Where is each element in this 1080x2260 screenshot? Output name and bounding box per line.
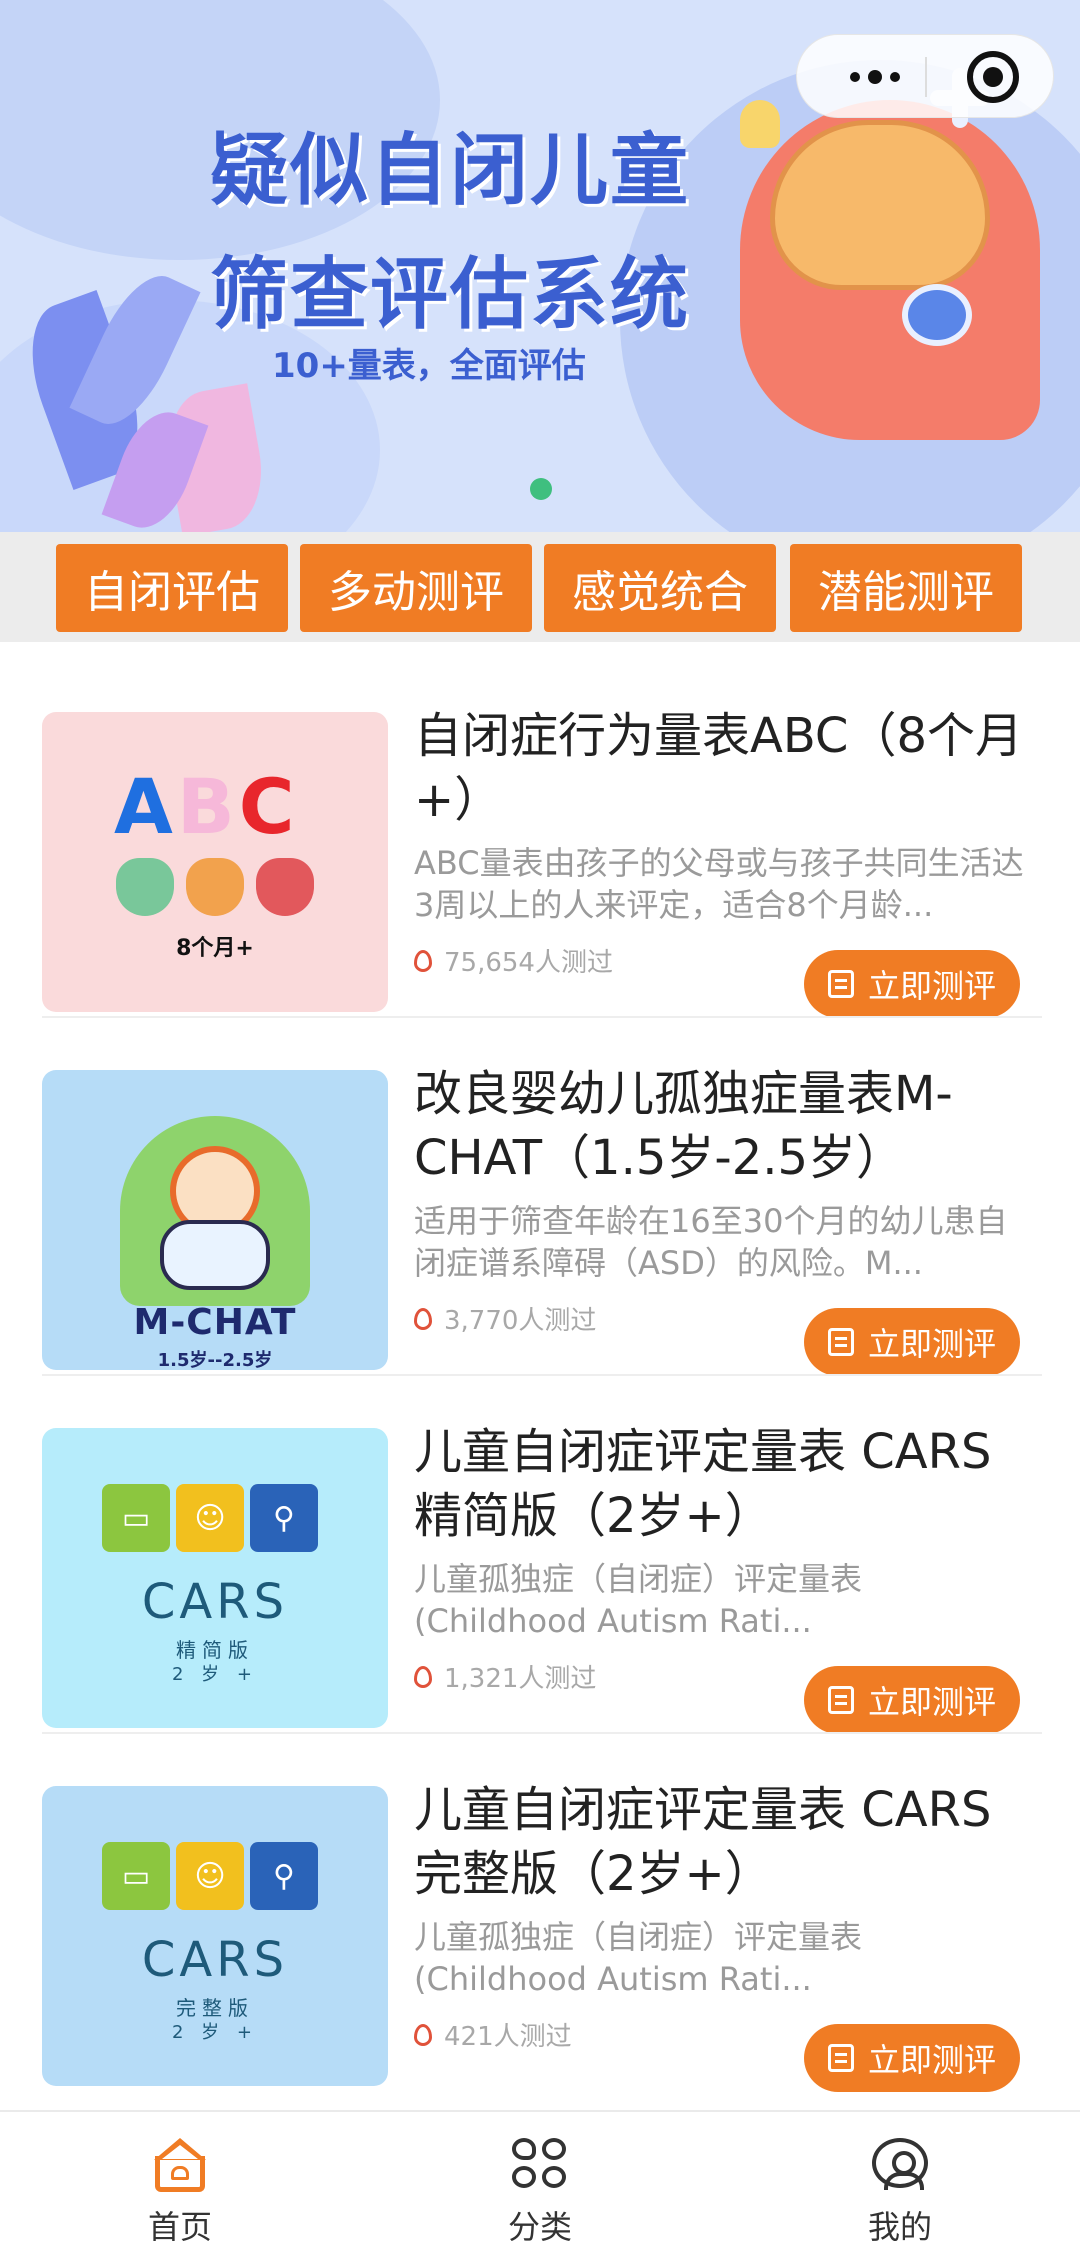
test-count: 3,770人测过: [414, 1300, 596, 1337]
app-page: 疑似自闭儿童 筛查评估系统 10+量表，全面评估 自闭评估 多动测评 感觉统合 …: [0, 0, 1080, 2260]
banner-title-line1: 疑似自闭儿童: [210, 126, 691, 216]
start-test-label: 立即测评: [867, 2041, 996, 2079]
thumb-age-label: 8个月+: [176, 936, 254, 961]
list-item[interactable]: ABC 8个月+ 自闭症行为量表ABC（8个月+） ABC量表由孩子的父母或与孩…: [42, 642, 1042, 1018]
thumb-sub-label: 完整版: [176, 1996, 254, 2020]
thumb-age-label: 2 岁 +: [172, 1664, 258, 1685]
more-dots-icon[interactable]: [835, 63, 915, 91]
fire-icon: [414, 1665, 432, 1688]
test-count-text: 75,654人测过: [444, 948, 613, 978]
item-description: 儿童孤独症（自闭症）评定量表(Childhood Autism Rati...: [414, 1918, 863, 1998]
tab-sensory-integration[interactable]: 感觉统合: [544, 544, 776, 632]
test-count-text: 421人测过: [444, 2022, 572, 2052]
thumb-label: M-CHAT: [133, 1302, 297, 1343]
form-icon: [827, 1686, 854, 1714]
cars-thumbnail: ▭ ☺ ⚲ CARS 完整版 2 岁 +: [42, 1786, 388, 2086]
list-item[interactable]: ▭ ☺ ⚲ CARS 精简版 2 岁 + 儿童自闭症评定量表 CARS 精简版（…: [42, 1358, 1042, 1734]
category-tabs: 自闭评估 多动测评 感觉统合 潜能测评: [0, 532, 1080, 642]
nav-me-label: 我的: [867, 2208, 932, 2246]
child-body-illustration: [160, 1220, 270, 1290]
mchat-thumbnail: M-CHAT 1.5岁--2.5岁: [42, 1070, 388, 1370]
category-icon: [512, 2138, 568, 2188]
item-title: 自闭症行为量表ABC（8个月+）: [414, 708, 1023, 828]
nav-category[interactable]: 分类: [460, 2138, 620, 2248]
start-test-button[interactable]: 立即测评: [804, 2024, 1020, 2092]
thumb-label: CARS: [141, 1574, 289, 1630]
close-target-icon[interactable]: [967, 51, 1019, 103]
item-title: 儿童自闭症评定量表 CARS 精简版（2岁+）: [414, 1424, 992, 1544]
bottom-tab-bar: 首页 分类 我的: [0, 2110, 1080, 2260]
abc-letters: ABC: [114, 762, 299, 851]
puzzle-icons: ▭ ☺ ⚲: [102, 1842, 318, 1910]
test-count: 75,654人测过: [414, 942, 613, 979]
nav-home-label: 首页: [147, 2208, 212, 2246]
tab-autism-assessment[interactable]: 自闭评估: [56, 544, 288, 632]
hands-icon: [116, 858, 314, 916]
fire-icon: [414, 949, 432, 972]
item-title: 改良婴幼儿孤独症量表M-CHAT（1.5岁-2.5岁）: [414, 1066, 953, 1186]
tab-potential-assessment[interactable]: 潜能测评: [790, 544, 1022, 632]
carousel-indicator[interactable]: [530, 478, 552, 500]
thumb-age-label: 2 岁 +: [172, 2022, 258, 2043]
nav-home[interactable]: 首页: [100, 2138, 260, 2248]
fire-icon: [414, 1307, 432, 1330]
abc-thumbnail: ABC 8个月+: [42, 712, 388, 1012]
thumb-label: CARS: [141, 1932, 289, 1988]
item-title: 儿童自闭症评定量表 CARS 完整版（2岁+）: [414, 1782, 992, 1902]
test-count: 421人测过: [414, 2016, 572, 2053]
chat-bubble-icon: [902, 284, 972, 346]
banner-subtitle: 10+量表，全面评估: [272, 346, 586, 386]
list-item[interactable]: ▭ ☺ ⚲ CARS 完整版 2 岁 + 儿童自闭症评定量表 CARS 完整版（…: [42, 1716, 1042, 2092]
nav-category-label: 分类: [507, 2208, 572, 2246]
brain-illustration: [770, 120, 990, 290]
capsule-divider: [925, 57, 927, 97]
bulb-icon: [740, 100, 780, 148]
form-icon: [827, 1328, 854, 1356]
test-count-text: 1,321人测过: [444, 1664, 597, 1694]
nav-me[interactable]: 我的: [820, 2138, 980, 2248]
form-icon: [827, 970, 854, 998]
form-icon: [827, 2044, 854, 2072]
list-item[interactable]: M-CHAT 1.5岁--2.5岁 改良婴幼儿孤独症量表M-CHAT（1.5岁-…: [42, 1000, 1042, 1376]
banner-title-line2: 筛查评估系统: [210, 250, 691, 340]
fire-icon: [414, 2023, 432, 2046]
item-description: ABC量表由孩子的父母或与孩子共同生活达3周以上的人来评定，适合8个月龄...: [414, 844, 1024, 924]
item-description: 适用于筛查年龄在16至30个月的幼儿患自闭症谱系障碍（ASD）的风险。M...: [414, 1202, 1008, 1282]
banner-carousel[interactable]: 疑似自闭儿童 筛查评估系统 10+量表，全面评估: [0, 0, 1080, 532]
home-icon: [152, 2138, 208, 2192]
test-count-text: 3,770人测过: [444, 1306, 597, 1336]
user-icon: [872, 2138, 928, 2190]
cars-thumbnail: ▭ ☺ ⚲ CARS 精简版 2 岁 +: [42, 1428, 388, 1728]
test-count: 1,321人测过: [414, 1658, 596, 1695]
tab-adhd-assessment[interactable]: 多动测评: [300, 544, 532, 632]
thumb-sub-label: 精简版: [176, 1638, 254, 1662]
puzzle-icons: ▭ ☺ ⚲: [102, 1484, 318, 1552]
mini-program-capsule: [796, 34, 1054, 118]
item-description: 儿童孤独症（自闭症）评定量表(Childhood Autism Rati...: [414, 1560, 863, 1640]
